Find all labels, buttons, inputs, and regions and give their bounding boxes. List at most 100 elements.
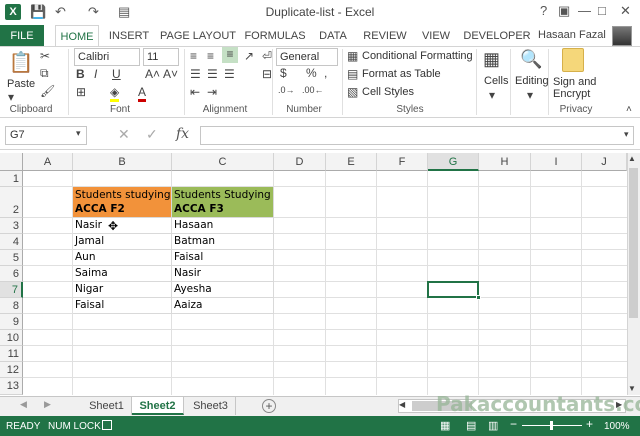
column-header-c[interactable]: C (172, 153, 274, 171)
cells-icon[interactable]: ▦ (483, 49, 500, 70)
user-name[interactable]: Hasaan Fazal (538, 29, 606, 41)
row-header-5[interactable]: 5 (0, 250, 23, 266)
copy-icon[interactable]: ⧉ (40, 66, 49, 81)
row-header-10[interactable]: 10 (0, 330, 23, 346)
row-header-7[interactable]: 7 (0, 282, 23, 298)
tab-insert[interactable]: INSERT (104, 25, 154, 47)
active-cell-selection[interactable] (427, 281, 479, 298)
align-right-icon[interactable]: ☰ (224, 67, 235, 81)
scroll-thumb[interactable] (629, 168, 638, 318)
undo-icon[interactable]: ↶ (55, 4, 66, 20)
expand-formula-bar-icon[interactable]: ▾ (624, 129, 629, 140)
decrease-decimal-icon[interactable]: .00← (302, 85, 324, 95)
close-button[interactable]: ✕ (620, 3, 631, 19)
tab-view[interactable]: VIEW (418, 25, 454, 47)
editing-dropdown-icon[interactable]: ▾ (527, 88, 533, 102)
align-bottom-icon[interactable]: ≡ (222, 47, 238, 63)
decrease-indent-icon[interactable]: ⇤ (190, 85, 200, 99)
ribbon-display-button[interactable]: ▣ (558, 3, 570, 19)
row-header-4[interactable]: 4 (0, 234, 23, 250)
page-layout-view-icon[interactable]: ▤ (466, 419, 476, 432)
name-box-dropdown-icon[interactable]: ▾ (76, 128, 81, 139)
editing-button-label[interactable]: Editing (515, 75, 549, 87)
macro-record-icon[interactable] (102, 420, 112, 430)
format-painter-icon[interactable]: 🖌 (40, 84, 55, 98)
cell-styles-icon[interactable]: ▧ (347, 85, 358, 99)
sign-label-line2[interactable]: Encrypt (553, 88, 590, 100)
enter-icon[interactable]: ✓ (146, 126, 158, 143)
paste-button-label[interactable]: Paste (7, 78, 35, 90)
tab-developer[interactable]: DEVELOPER (462, 25, 532, 47)
insert-function-button[interactable]: fx (176, 126, 189, 142)
tab-file[interactable]: FILE (0, 25, 44, 47)
cell-b8[interactable]: Faisal (73, 298, 172, 314)
underline-button[interactable]: U (112, 67, 121, 81)
align-top-icon[interactable]: ≡ (190, 49, 197, 63)
editing-icon[interactable]: 🔍 (520, 49, 542, 70)
cell-b4[interactable]: Jamal (73, 234, 172, 250)
column-header-f[interactable]: F (377, 153, 428, 171)
help-button[interactable]: ? (540, 3, 547, 18)
column-header-e[interactable]: E (326, 153, 377, 171)
orientation-icon[interactable]: ↗ (244, 49, 254, 63)
cell-styles-button[interactable]: Cell Styles (362, 86, 414, 98)
conditional-formatting-icon[interactable]: ▦ (347, 49, 358, 63)
row-header-12[interactable]: 12 (0, 362, 23, 378)
zoom-in-button[interactable]: + (586, 417, 593, 431)
row-header-6[interactable]: 6 (0, 266, 23, 282)
align-left-icon[interactable]: ☰ (190, 67, 201, 81)
zoom-level[interactable]: 100% (604, 421, 630, 432)
customize-qat-icon[interactable]: ▤ (118, 4, 130, 20)
formula-input[interactable] (200, 126, 634, 145)
cancel-icon[interactable]: ✕ (118, 126, 130, 143)
column-header-a[interactable]: A (23, 153, 73, 171)
align-center-icon[interactable]: ☰ (207, 67, 218, 81)
row-header-8[interactable]: 8 (0, 298, 23, 314)
row-header-3[interactable]: 3 (0, 218, 23, 234)
column-header-h[interactable]: H (479, 153, 531, 171)
row-header-1[interactable]: 1 (0, 171, 23, 187)
cell-c3[interactable]: Hasaan (172, 218, 274, 234)
font-color-icon[interactable]: A (138, 85, 147, 102)
currency-button[interactable]: $ (280, 66, 287, 80)
save-icon[interactable]: 💾 (30, 4, 46, 20)
collapse-ribbon-icon[interactable]: ˄ (626, 104, 632, 115)
sheet-tab-1[interactable]: Sheet1 (82, 397, 132, 415)
prev-sheet-icon[interactable]: ◀ (20, 399, 27, 410)
redo-icon[interactable]: ↷ (88, 4, 99, 20)
format-as-table-button[interactable]: Format as Table (362, 68, 441, 80)
font-name-dropdown[interactable]: Calibri (74, 48, 140, 66)
cell-c8[interactable]: Aaiza (172, 298, 274, 314)
column-header-i[interactable]: I (531, 153, 582, 171)
row-header-11[interactable]: 11 (0, 346, 23, 362)
font-size-dropdown[interactable]: 11 (143, 48, 179, 66)
row-header-9[interactable]: 9 (0, 314, 23, 330)
wrap-text-icon[interactable]: ⏎ (262, 49, 272, 63)
cell-c6[interactable]: Nasir (172, 266, 274, 282)
align-middle-icon[interactable]: ≡ (207, 49, 214, 63)
sign-label-line1[interactable]: Sign and (553, 76, 596, 88)
cell-b7[interactable]: Nigar (73, 282, 172, 298)
cell-c2-header[interactable]: Students Studying ACCA F3 (172, 187, 274, 218)
cells-dropdown-icon[interactable]: ▾ (489, 88, 495, 102)
name-box[interactable]: G7 (5, 126, 87, 145)
italic-button[interactable]: I (94, 67, 97, 81)
comma-button[interactable]: , (324, 66, 327, 80)
cell-c4[interactable]: Batman (172, 234, 274, 250)
row-header-2[interactable]: 2 (0, 187, 23, 218)
paste-dropdown-icon[interactable]: ▾ (8, 90, 14, 104)
zoom-out-button[interactable]: − (510, 417, 517, 431)
sheet-tab-3[interactable]: Sheet3 (186, 397, 236, 415)
column-header-b[interactable]: B (73, 153, 172, 171)
borders-icon[interactable]: ⊞ (76, 85, 86, 99)
normal-view-icon[interactable]: ▦ (440, 419, 450, 432)
column-header-d[interactable]: D (274, 153, 326, 171)
grow-font-icon[interactable]: A˄ (145, 67, 160, 81)
cell-b2-header[interactable]: Students studying ACCA F2 (73, 187, 172, 218)
paste-icon[interactable]: 📋 (8, 50, 34, 76)
format-as-table-icon[interactable]: ▤ (347, 67, 358, 81)
fill-handle[interactable] (476, 295, 481, 300)
cell-b6[interactable]: Saima (73, 266, 172, 282)
cell-c7[interactable]: Ayesha (172, 282, 274, 298)
cell-c5[interactable]: Faisal (172, 250, 274, 266)
